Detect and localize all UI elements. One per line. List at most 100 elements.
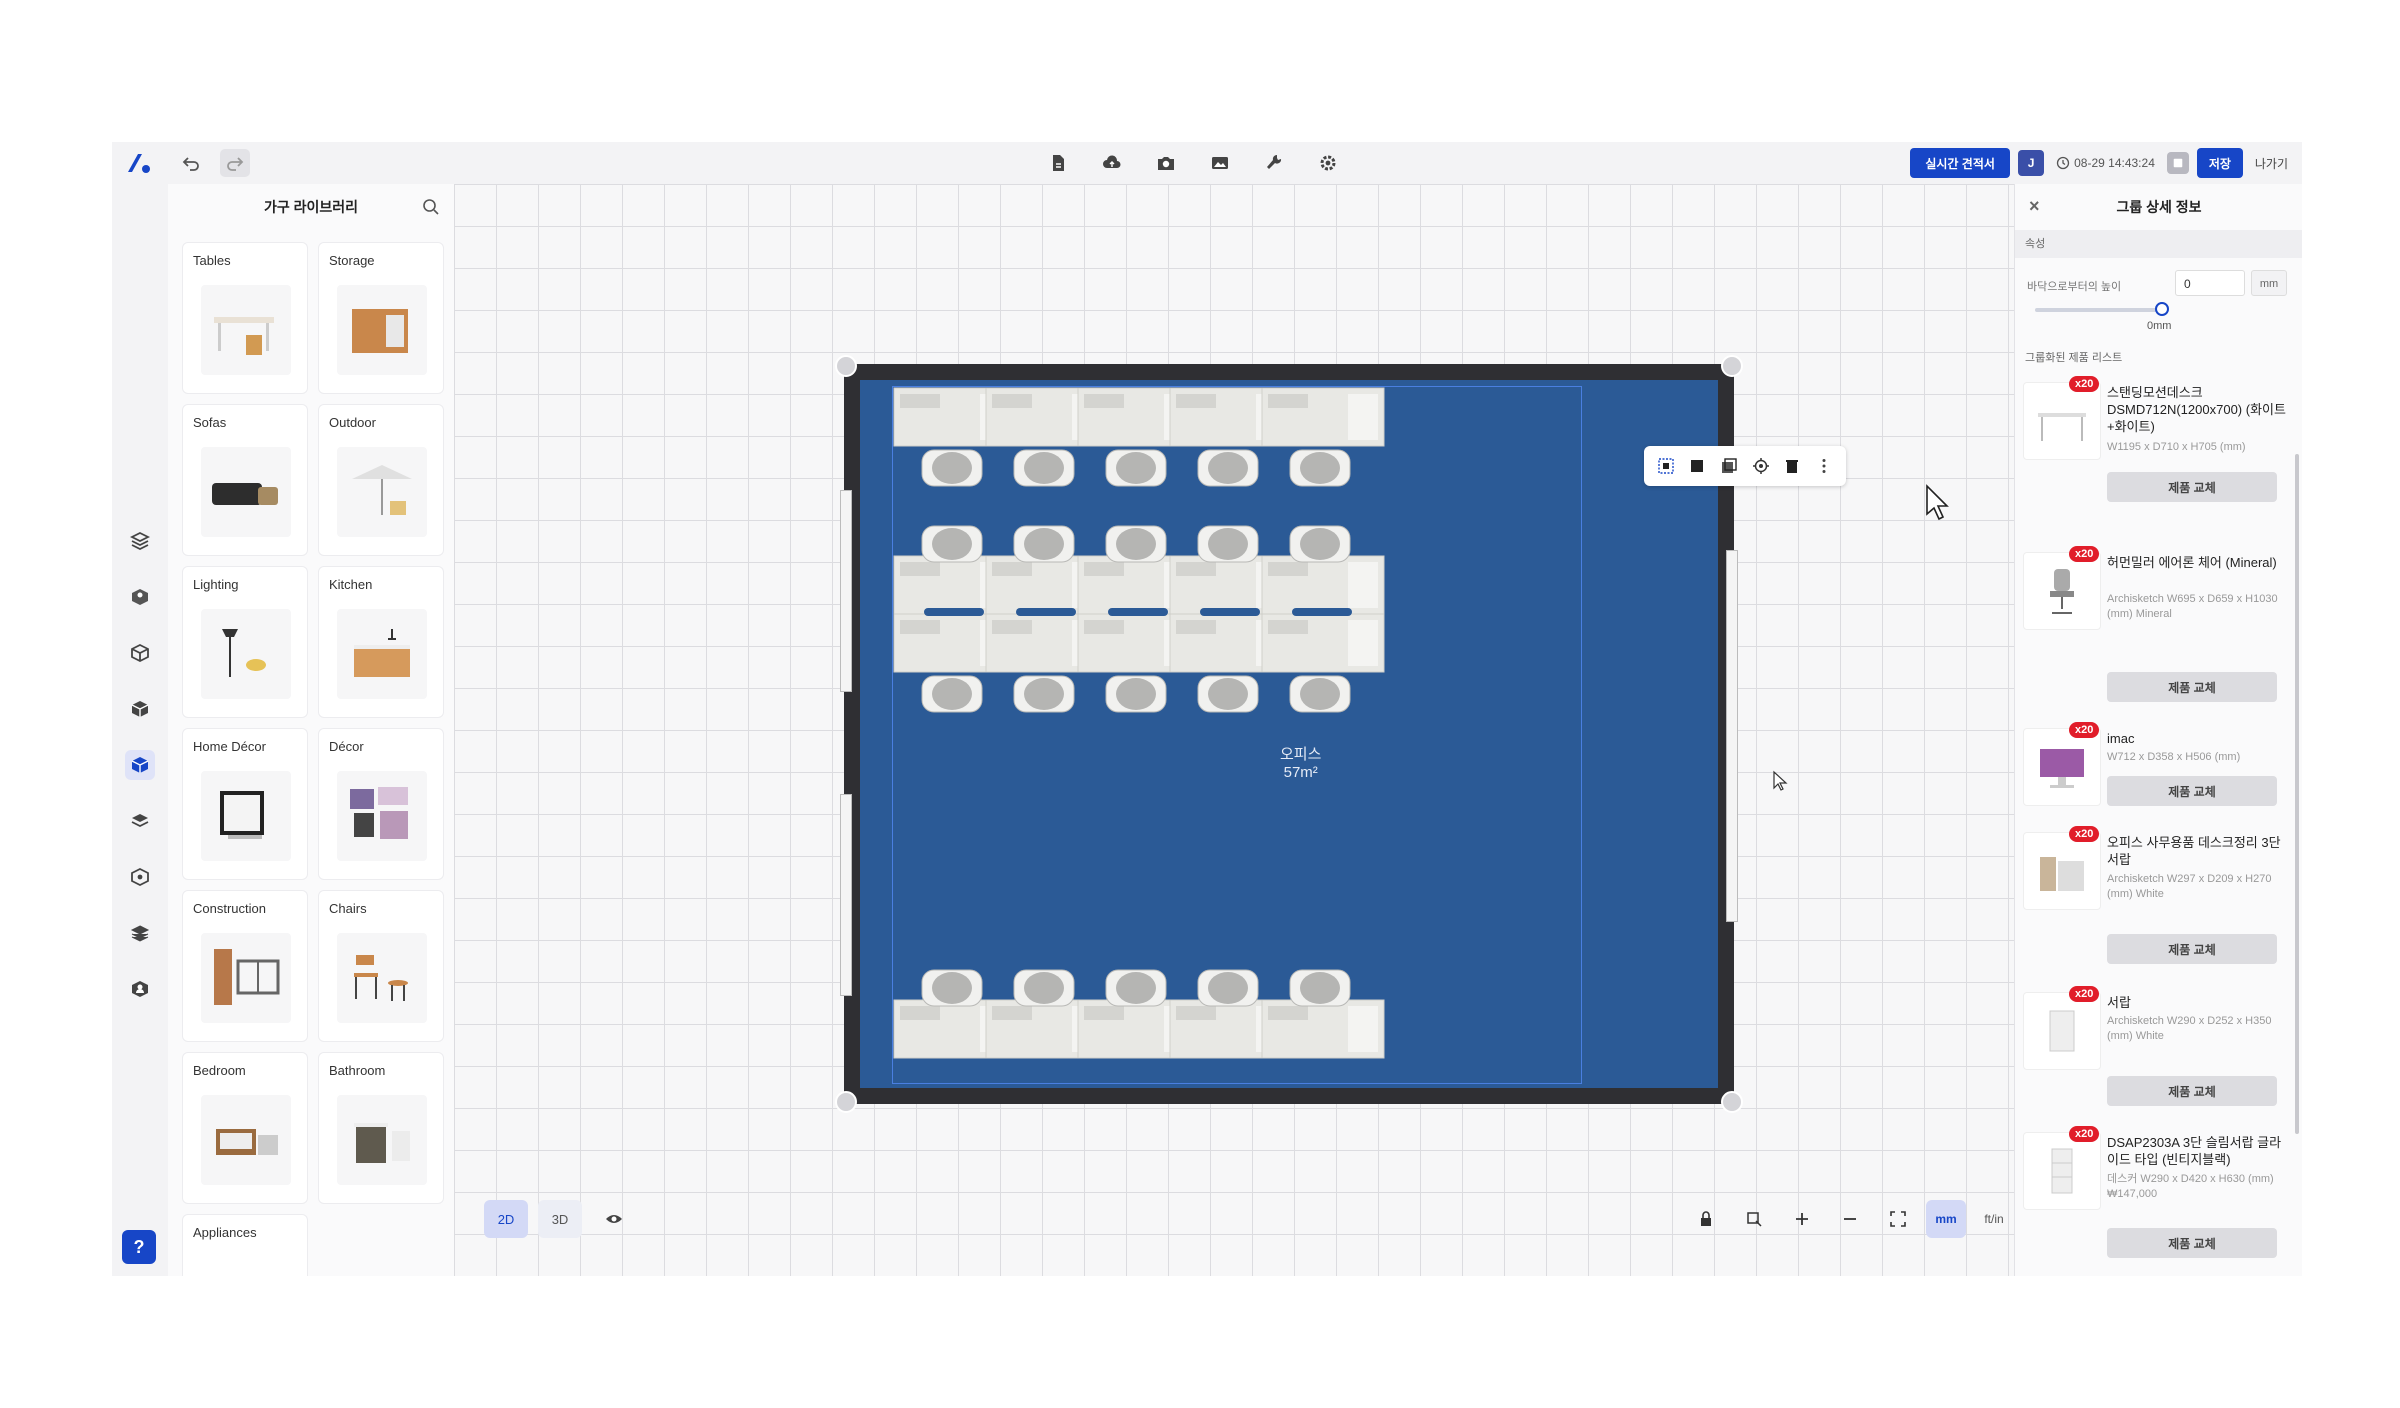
floor-plan-canvas[interactable]: 오피스 57m² 2D 3D mm ft/in <box>454 184 2014 1276</box>
unit-mm-button[interactable]: mm <box>1926 1200 1966 1238</box>
replace-product-button[interactable]: 제품 교체 <box>2107 672 2277 702</box>
zoom-in-button[interactable] <box>1782 1200 1822 1238</box>
zoom-out-button[interactable] <box>1830 1200 1870 1238</box>
category-lighting[interactable]: Lighting <box>182 566 308 718</box>
category-appliances[interactable]: Appliances <box>182 1214 308 1276</box>
rail-floors[interactable] <box>125 918 155 948</box>
product-spec: Archisketch W290 x D252 x H350 (mm) Whit… <box>2107 1015 2272 1042</box>
construction-thumbnail <box>201 933 291 1023</box>
attributes-section-header: 속성 <box>2015 230 2302 258</box>
eye-icon <box>606 1215 622 1223</box>
lock-button[interactable] <box>1686 1200 1726 1238</box>
rail-library-active[interactable] <box>125 750 155 780</box>
floor-height-slider-knob[interactable] <box>2155 302 2169 316</box>
details-scrollbar[interactable] <box>2295 454 2299 1134</box>
floor-height-unit[interactable]: mm <box>2251 270 2287 296</box>
category-construction[interactable]: Construction <box>182 890 308 1042</box>
app-logo-icon[interactable] <box>124 150 154 176</box>
rail-furniture-pack[interactable] <box>125 582 155 612</box>
cloud-save-button[interactable] <box>1096 148 1128 178</box>
category-tables[interactable]: Tables <box>182 242 308 394</box>
sofas-thumbnail <box>201 447 291 537</box>
new-file-button[interactable] <box>1042 148 1074 178</box>
category-storage[interactable]: Storage <box>318 242 444 394</box>
category-label: Construction <box>193 901 266 916</box>
group-selection-box[interactable] <box>892 386 1582 1084</box>
focus-icon[interactable] <box>1752 457 1770 475</box>
category-bedroom[interactable]: Bedroom <box>182 1052 308 1204</box>
search-icon[interactable] <box>422 198 440 216</box>
window-right[interactable] <box>1726 550 1738 922</box>
autosave-timer: 08-29 14:43:24 <box>2052 156 2159 170</box>
unit-ftin-button[interactable]: ft/in <box>1974 1200 2014 1238</box>
category-bathroom[interactable]: Bathroom <box>318 1052 444 1204</box>
room-office[interactable]: 오피스 57m² <box>835 355 1743 1113</box>
window-left-lower[interactable] <box>840 794 852 996</box>
sofa-icon <box>212 483 278 505</box>
redo-button[interactable] <box>220 149 250 177</box>
category-outdoor[interactable]: Outdoor <box>318 404 444 556</box>
bed-icon <box>216 1129 278 1155</box>
replace-product-button[interactable]: 제품 교체 <box>2107 1076 2277 1106</box>
window-left-upper[interactable] <box>840 490 852 692</box>
floor-height-slider-track[interactable] <box>2035 308 2165 312</box>
corner-handle[interactable] <box>835 1091 857 1113</box>
floor-height-input[interactable]: 0 <box>2175 270 2245 296</box>
quantity-badge: x20 <box>2069 376 2100 392</box>
corner-handle[interactable] <box>1721 355 1743 377</box>
rail-user[interactable] <box>125 974 155 1004</box>
category-grid: Tables Storage Sofas Outdoor Lighting Ki… <box>182 242 444 1276</box>
view-3d-button[interactable]: 3D <box>538 1200 582 1238</box>
mouse-cursor-icon <box>1926 484 1949 521</box>
user-hex-icon <box>132 981 148 997</box>
category-sofas[interactable]: Sofas <box>182 404 308 556</box>
crop-icon <box>1747 1212 1762 1227</box>
tools-button[interactable] <box>1258 148 1290 178</box>
replace-product-button[interactable]: 제품 교체 <box>2107 934 2277 964</box>
more-vertical-icon[interactable] <box>1815 457 1833 475</box>
fit-selection-button[interactable] <box>1734 1200 1774 1238</box>
rail-structure[interactable] <box>125 526 155 556</box>
history-button[interactable] <box>2166 152 2189 174</box>
exit-link[interactable]: 나가기 <box>2251 155 2292 172</box>
rail-layers[interactable] <box>125 806 155 836</box>
trash-icon[interactable] <box>1783 457 1801 475</box>
undo-button[interactable] <box>176 149 206 177</box>
settings-button[interactable] <box>1312 148 1344 178</box>
grouped-products-list: x20 스탠딩모션데스크 DSMD712N(1200x700) (화이트+화이트… <box>2015 372 2302 1272</box>
category-kitchen[interactable]: Kitchen <box>318 566 444 718</box>
frame-icon <box>220 791 264 839</box>
storage-thumbnail <box>337 285 427 375</box>
view-2d-button[interactable]: 2D <box>484 1200 528 1238</box>
category-label: Storage <box>329 253 375 268</box>
corner-handle[interactable] <box>835 355 857 377</box>
rail-export[interactable] <box>125 862 155 892</box>
cubes-icon <box>131 701 149 717</box>
replace-product-button[interactable]: 제품 교체 <box>2107 472 2277 502</box>
replace-product-button[interactable]: 제품 교체 <box>2107 776 2277 806</box>
gallery-wall-icon <box>350 787 408 839</box>
category-home-decor[interactable]: Home Décor <box>182 728 308 880</box>
corner-handle[interactable] <box>1721 1091 1743 1113</box>
replace-product-button[interactable]: 제품 교체 <box>2107 1228 2277 1258</box>
fullscreen-button[interactable] <box>1878 1200 1918 1238</box>
help-button[interactable]: ? <box>122 1230 156 1264</box>
capture-button[interactable] <box>1150 148 1182 178</box>
save-button[interactable]: 저장 <box>2196 148 2243 178</box>
image-button[interactable] <box>1204 148 1236 178</box>
rail-materials[interactable] <box>125 694 155 724</box>
duplicate-icon[interactable] <box>1720 457 1738 475</box>
group-select-icon[interactable] <box>1657 457 1675 475</box>
visibility-button[interactable] <box>592 1200 636 1238</box>
category-decor[interactable]: Décor <box>318 728 444 880</box>
rail-objects[interactable] <box>125 638 155 668</box>
realtime-quote-button[interactable]: 실시간 견적서 <box>1910 148 2011 178</box>
quantity-badge: x20 <box>2069 986 2100 1002</box>
category-chairs[interactable]: Chairs <box>318 890 444 1042</box>
close-icon[interactable]: × <box>2029 196 2040 217</box>
user-avatar[interactable]: J <box>2018 150 2045 176</box>
structure-icon <box>130 531 150 551</box>
clock-icon <box>2056 156 2070 170</box>
ungroup-icon[interactable] <box>1688 457 1706 475</box>
camera-icon <box>1158 157 1174 170</box>
